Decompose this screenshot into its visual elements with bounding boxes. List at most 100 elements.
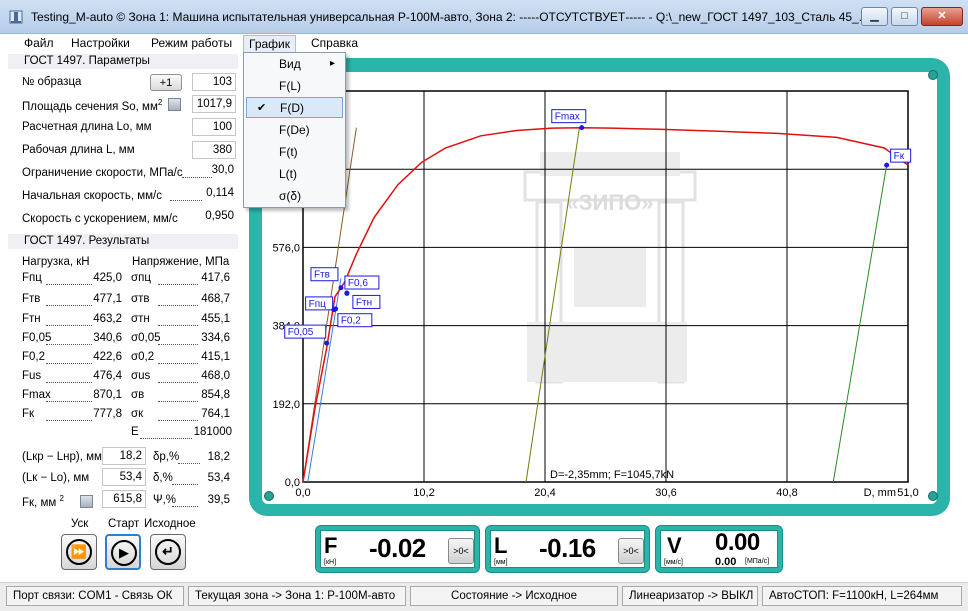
load-value: 777,8 (93, 408, 122, 420)
load-symbol: Fтв (22, 293, 41, 305)
accel-speed-label: Скорость с ускорением, мм/с (22, 213, 178, 225)
menu-file[interactable]: Файл (19, 35, 59, 53)
dotted-leader (178, 463, 200, 464)
menu-item-sigma-delta[interactable]: σ(δ) (246, 186, 343, 207)
load-symbol: F0,2 (22, 351, 46, 363)
load-symbol: F0,05 (22, 332, 52, 344)
marker-label: F0,2 (341, 316, 361, 327)
x-axis-title: D, mm (864, 487, 896, 499)
maximize-button[interactable]: □ (891, 7, 918, 26)
marker-label: Fпц (309, 299, 327, 310)
length-unit: [мм] (494, 559, 508, 566)
stress-rate-unit: [МПа/с] (745, 558, 770, 565)
d-label: δ,% (153, 472, 173, 484)
x-tick-label: 30,6 (655, 487, 676, 499)
zone-status: Текущая зона -> Зона 1: Р-100М-авто (188, 586, 406, 606)
load-symbol: Fпц (22, 272, 42, 284)
zero-force-button[interactable]: >0< (448, 538, 474, 564)
menu-settings[interactable]: Настройки (66, 35, 135, 53)
state-status: Состояние -> Исходное (410, 586, 618, 606)
fk-unit-superscript: 2 (59, 494, 64, 503)
close-button[interactable]: ✕ (921, 7, 963, 26)
linearizer-status: Линеаризатор -> ВЫКЛ (622, 586, 758, 606)
modulus-value: 181000 (193, 426, 232, 438)
load-value: 422,6 (93, 351, 122, 363)
data-point-marker (579, 125, 585, 131)
speed-letter: V (667, 533, 682, 558)
length-meter-display: L [мм] -0.16 >0< (490, 530, 645, 568)
return-icon: ↵ (155, 539, 181, 565)
accel-speed-row: Скорость с ускорением, мм/с 0,950 (22, 210, 236, 230)
lk-field-wrap: 53,4 (102, 468, 146, 488)
menu-mode[interactable]: Режим работы (146, 35, 237, 53)
data-point-marker (338, 285, 344, 291)
menu-bar: Файл Настройки Режим работы График Справ… (0, 34, 968, 54)
sample-no-row: № образца +1 103 (22, 73, 236, 93)
increment-sample-button[interactable]: +1 (150, 74, 182, 91)
lkp-field-wrap: 18,2 (102, 447, 146, 467)
load-value: 870,1 (93, 389, 122, 401)
area-row: Площадь сечения So, мм2 1017,9 (22, 95, 236, 115)
menu-item-fde[interactable]: F(De) (246, 120, 343, 141)
calc-length-field[interactable]: 100 (192, 118, 236, 136)
load-symbol: Fтн (22, 313, 41, 325)
calc-length-row: Расчетная длина Lo, мм 100 (22, 118, 236, 138)
load-symbol: Fmax (22, 389, 51, 401)
dotted-leader (46, 284, 92, 285)
area-label: Площадь сечения So, мм2 (22, 98, 163, 113)
speed-limit-value[interactable]: 30,0 (212, 164, 234, 176)
return-home-button[interactable]: ↵ (150, 534, 186, 570)
accel-speed-value[interactable]: 0,950 (205, 210, 234, 222)
watermark-shape (574, 247, 646, 307)
lk-field[interactable]: 53,4 (102, 468, 146, 486)
zero-length-button[interactable]: >0< (618, 538, 644, 564)
title-bar: Testing_M-auto © Зона 1: Машина испытате… (0, 0, 968, 34)
menu-item-view[interactable]: Вид ▸ (246, 54, 343, 75)
start-button[interactable]: ▶ (105, 534, 141, 570)
dotted-leader (46, 420, 92, 421)
stress-value: 468,7 (201, 293, 230, 305)
load-value: 425,0 (93, 272, 122, 284)
marker-label: Fmax (555, 112, 580, 123)
force-unit: [кН] (324, 559, 337, 566)
start-label: Старт (108, 518, 140, 530)
area-field[interactable]: 1017,9 (192, 95, 236, 113)
menu-item-fl[interactable]: F(L) (246, 76, 343, 97)
init-speed-value[interactable]: 0,114 (206, 187, 234, 199)
menu-help[interactable]: Справка (306, 35, 363, 53)
menu-item-ft[interactable]: F(t) (246, 142, 343, 163)
submenu-arrow-icon: ▸ (329, 58, 335, 69)
work-length-field[interactable]: 380 (192, 141, 236, 159)
accelerate-button[interactable]: ⏩ (61, 534, 97, 570)
watermark-shape (540, 152, 680, 176)
marker-label: F0,05 (288, 327, 314, 338)
dp-value: 18,2 (207, 451, 230, 463)
sample-no-field[interactable]: 103 (192, 73, 236, 91)
load-value: 476,4 (93, 370, 122, 382)
psi-value: 39,5 (207, 494, 230, 506)
x-tick-label: 10,2 (413, 487, 434, 499)
lkp-field[interactable]: 18,2 (102, 447, 146, 465)
stress-value: 764,1 (201, 408, 230, 420)
sample-no-label: № образца (22, 76, 82, 88)
dotted-leader (46, 344, 92, 345)
data-point-marker (884, 162, 890, 168)
menu-item-fd[interactable]: ✔ F(D) (246, 97, 343, 118)
minimize-button[interactable]: ▁ (861, 7, 888, 26)
area-unit-superscript: 2 (157, 98, 163, 107)
menu-graph[interactable]: График (243, 35, 296, 53)
app-icon (9, 10, 23, 24)
menu-item-lt[interactable]: L(t) (246, 164, 343, 185)
calculator-icon[interactable] (80, 495, 93, 508)
calculator-icon[interactable] (168, 98, 181, 111)
force-letter: F (324, 533, 337, 558)
length-value: -0.16 (539, 533, 596, 563)
stress-symbol: σ0,2 (131, 351, 155, 363)
data-point-marker (344, 290, 350, 296)
force-displacement-chart[interactable]: «ЗИПО»0,010,220,430,640,851,00,0192,0384… (262, 72, 937, 504)
fk-area-field[interactable]: 615,8 (102, 490, 146, 508)
speed-limit-label: Ограничение скорости, МПа/с (22, 167, 183, 179)
dotted-leader (158, 401, 198, 402)
stress-value: 417,6 (201, 272, 230, 284)
stress-value: 468,0 (201, 370, 230, 382)
